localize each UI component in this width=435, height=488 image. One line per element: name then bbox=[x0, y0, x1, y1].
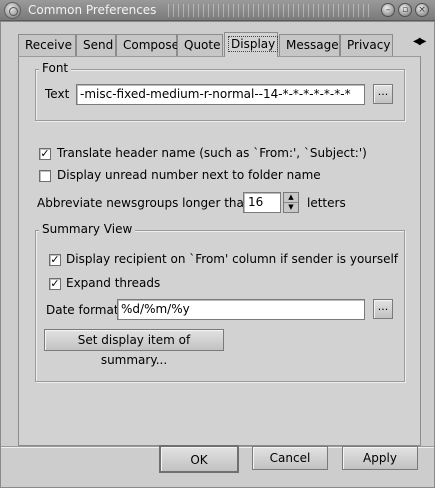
date-format-label: Date format bbox=[46, 303, 119, 317]
tab-label: Privacy bbox=[347, 38, 391, 52]
font-text-field[interactable]: -misc-fixed-medium-r-normal--14-*-*-*-*-… bbox=[76, 84, 365, 105]
set-display-item-button[interactable]: Set display item of summary... bbox=[44, 329, 224, 367]
checkmark-icon: ✓ bbox=[50, 253, 60, 266]
window-content: Receive Send Compose Quote Display Messa… bbox=[0, 21, 435, 488]
title-bar[interactable]: Common Preferences – ▫ × bbox=[0, 0, 435, 21]
font-browse-button[interactable]: ... bbox=[373, 84, 393, 104]
tab-receive[interactable]: Receive bbox=[18, 34, 76, 56]
abbreviate-length-input[interactable]: 16 bbox=[243, 192, 281, 213]
close-icon[interactable]: × bbox=[415, 3, 429, 17]
abbreviate-label: Abbreviate newsgroups longer than bbox=[37, 196, 252, 210]
date-format-field[interactable]: %d/%m/%y bbox=[117, 299, 365, 320]
tab-label: Display bbox=[228, 36, 279, 52]
checkmark-icon: ✓ bbox=[40, 147, 50, 160]
window-menu-icon[interactable] bbox=[4, 2, 21, 19]
checkmark-icon: ✓ bbox=[50, 277, 60, 290]
font-text-label: Text bbox=[45, 87, 70, 101]
display-unread-checkbox[interactable] bbox=[39, 170, 51, 182]
abbreviate-unit: letters bbox=[307, 196, 346, 210]
translate-header-checkbox[interactable]: ✓ bbox=[39, 148, 51, 160]
title-grip bbox=[166, 4, 370, 17]
tab-message[interactable]: Message bbox=[279, 34, 340, 56]
maximize-icon[interactable]: ▫ bbox=[398, 3, 412, 17]
apply-button[interactable]: Apply bbox=[342, 446, 418, 470]
tab-privacy[interactable]: Privacy bbox=[340, 34, 393, 56]
expand-threads-checkbox[interactable]: ✓ bbox=[49, 278, 61, 290]
spin-up-icon[interactable]: ▲ bbox=[284, 193, 298, 203]
summary-view-frame-label: Summary View bbox=[39, 222, 136, 236]
tab-label: Message bbox=[286, 38, 339, 52]
display-recipient-checkbox[interactable]: ✓ bbox=[49, 254, 61, 266]
display-recipient-label: Display recipient on `From' column if se… bbox=[66, 252, 399, 266]
tab-quote[interactable]: Quote bbox=[177, 34, 223, 56]
window-title: Common Preferences bbox=[28, 3, 157, 17]
tab-send[interactable]: Send bbox=[76, 34, 116, 56]
tab-compose[interactable]: Compose bbox=[116, 34, 180, 56]
minimize-icon[interactable]: – bbox=[381, 3, 395, 17]
display-unread-label: Display unread number next to folder nam… bbox=[57, 168, 321, 182]
tab-bar: Receive Send Compose Quote Display Messa… bbox=[18, 32, 426, 57]
spin-down-icon[interactable]: ▼ bbox=[284, 203, 298, 213]
cancel-button[interactable]: Cancel bbox=[252, 446, 328, 470]
font-frame-label: Font bbox=[39, 61, 72, 75]
ok-button[interactable]: OK bbox=[159, 445, 239, 473]
tab-label: Quote bbox=[184, 38, 221, 52]
date-format-browse-button[interactable]: ... bbox=[373, 299, 393, 319]
tab-label: Compose bbox=[123, 38, 180, 52]
tab-label: Send bbox=[83, 38, 114, 52]
tab-display[interactable]: Display bbox=[224, 32, 279, 57]
abbreviate-spinner[interactable]: ▲ ▼ bbox=[283, 192, 299, 213]
translate-header-label: Translate header name (such as `From:', … bbox=[57, 146, 367, 160]
display-page: Font Text -misc-fixed-medium-r-normal--1… bbox=[18, 56, 421, 446]
tab-label: Receive bbox=[25, 38, 72, 52]
expand-threads-label: Expand threads bbox=[66, 276, 161, 290]
tab-scroll-arrows-icon[interactable]: ◀▶ bbox=[413, 36, 426, 47]
